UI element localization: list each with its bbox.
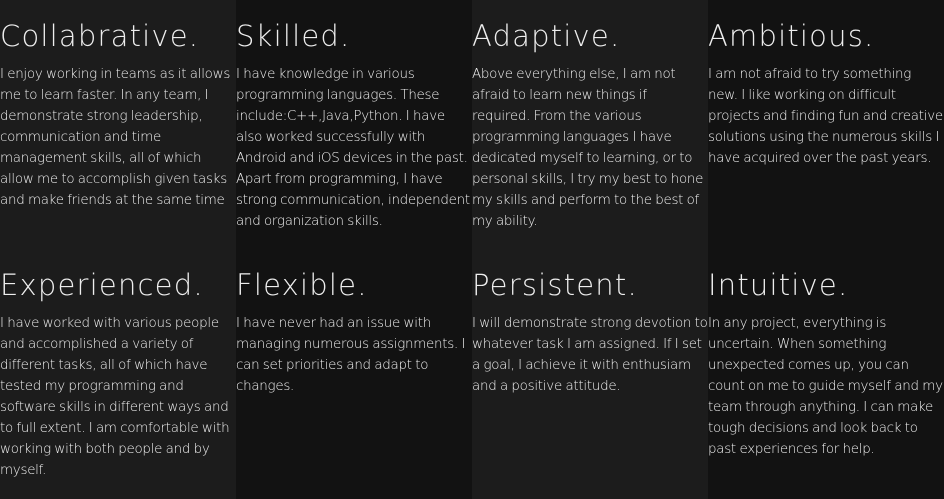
trait-card-collaborative: Collabrative. I enjoy working in teams a… [0, 0, 236, 249]
trait-title: Intuitive. [708, 268, 849, 302]
trait-title: Collabrative. [0, 19, 200, 53]
trait-description: In any project, everything is uncertain.… [708, 316, 943, 457]
trait-description: I have never had an issue with managing … [236, 316, 466, 394]
trait-description: I have worked with various people and ac… [0, 316, 230, 478]
trait-title: Ambitious. [708, 19, 875, 53]
traits-grid: Collabrative. I enjoy working in teams a… [0, 0, 944, 499]
trait-description: I am not afraid to try something new. I … [708, 67, 943, 166]
trait-title: Adaptive. [472, 19, 621, 53]
trait-card-experienced: Experienced. I have worked with various … [0, 249, 236, 499]
trait-card-persistent: Persistent. I will demonstrate strong de… [472, 249, 708, 499]
trait-description: Above everything else, I am not afraid t… [472, 67, 704, 229]
trait-description: I have knowledge in various programming … [236, 67, 470, 229]
trait-title: Experienced. [0, 268, 204, 302]
trait-card-skilled: Skilled. I have knowledge in various pro… [236, 0, 472, 249]
trait-card-flexible: Flexible. I have never had an issue with… [236, 249, 472, 499]
trait-title: Persistent. [472, 268, 638, 302]
trait-card-adaptive: Adaptive. Above everything else, I am no… [472, 0, 708, 249]
trait-title: Skilled. [236, 19, 351, 53]
trait-card-ambitious: Ambitious. I am not afraid to try someth… [708, 0, 944, 249]
trait-card-intuitive: Intuitive. In any project, everything is… [708, 249, 944, 499]
trait-description: I enjoy working in teams as it allows me… [0, 67, 231, 208]
trait-title: Flexible. [236, 268, 368, 302]
trait-description: I will demonstrate strong devotion to wh… [472, 316, 708, 394]
